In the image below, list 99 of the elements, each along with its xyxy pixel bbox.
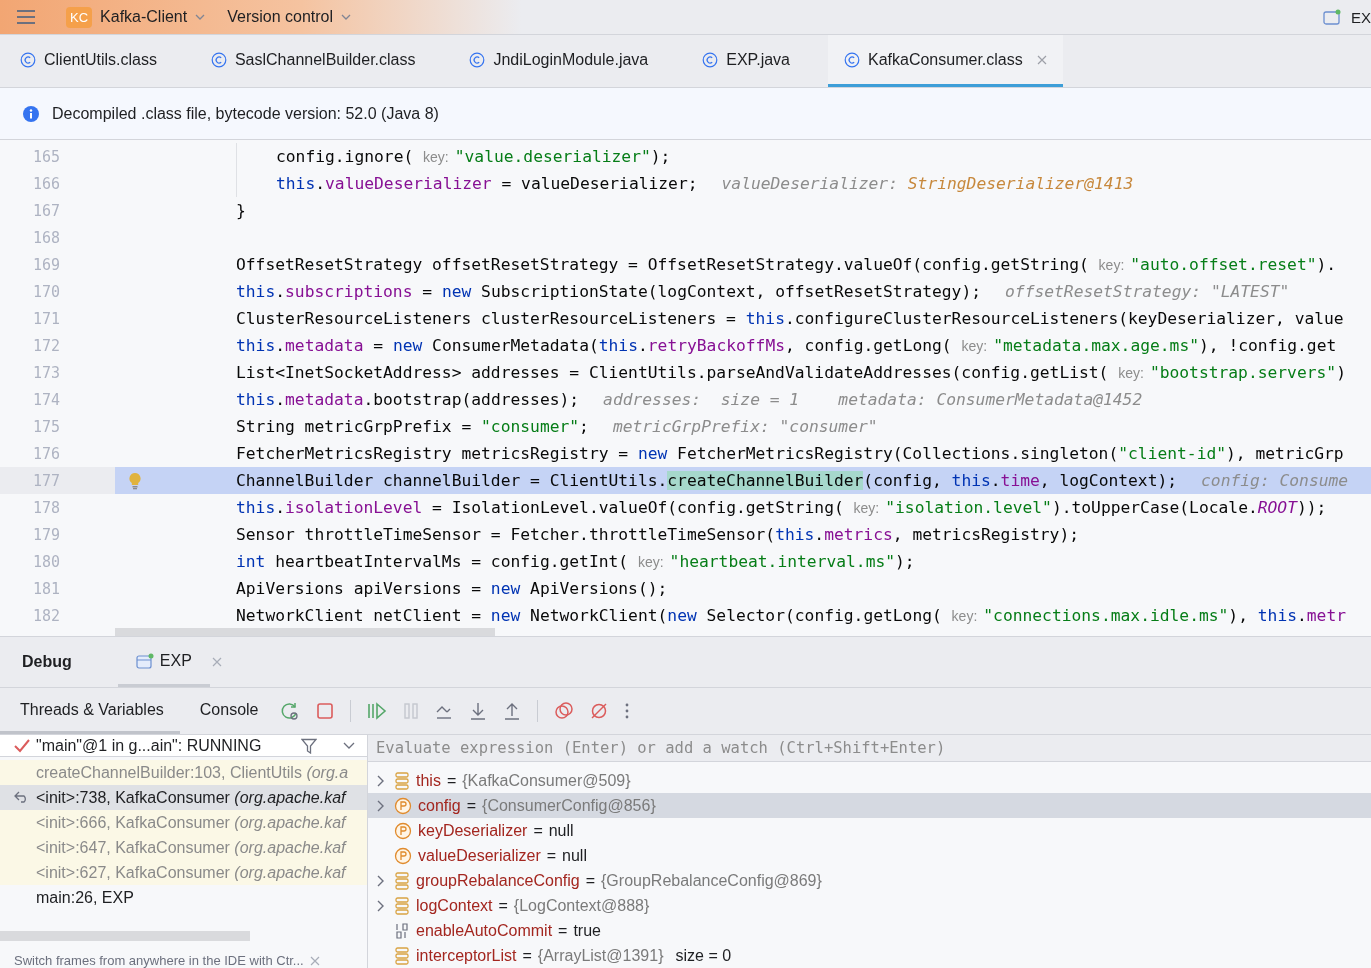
editor-tab[interactable]: SaslChannelBuilder.class	[194, 35, 432, 87]
code-line: NetworkClient netClient = new NetworkClient(new Selector(config.getLong( key: "connections.max.idle.ms"), this.metr	[236, 606, 1347, 625]
chevron-right-icon[interactable]	[377, 899, 385, 912]
code-line: String metricGrpPrefix = "consumer"; metricGrpPrefix: "consumer"	[236, 417, 878, 436]
variable-row[interactable]: logContext = {LogContext@888}	[368, 893, 1371, 918]
line-number: 169	[31, 255, 60, 274]
chevron-down-icon	[341, 14, 352, 20]
parameter-icon	[394, 821, 412, 840]
code-line: List<InetSocketAddress> addresses = ClientUtils.parseAndValidateAddresses(config.getList( key: "bootstrap.servers")	[236, 363, 1346, 382]
line-number: 181	[31, 579, 60, 598]
field-icon	[394, 771, 410, 790]
variable-row[interactable]: enableAutoCommit = true	[368, 918, 1371, 943]
menu-icon[interactable]	[16, 9, 36, 25]
code-line: this.subscriptions = new SubscriptionState(logContext, offsetResetStrategy); offsetResetStrategy: "LATEST"	[236, 282, 1290, 301]
editor-tab[interactable]: EXP.java	[686, 35, 806, 87]
field-icon	[394, 896, 410, 915]
mute-breakpoints-icon[interactable]	[590, 702, 609, 720]
line-number: 170	[31, 282, 60, 301]
breakpoints-icon[interactable]	[554, 702, 575, 720]
stack-frame[interactable]: main:26, EXP	[0, 885, 367, 910]
code-line: ApiVersions apiVersions = new ApiVersions();	[236, 579, 668, 598]
hint-text: Switch frames from anywhere in the IDE with Ctr...	[14, 953, 304, 968]
variable-row[interactable]: groupRebalanceConfig = {GroupRebalanceConfig@869}	[368, 868, 1371, 893]
line-number: 173	[31, 363, 60, 382]
scrollbar-thumb[interactable]	[115, 628, 495, 636]
chevron-right-icon[interactable]	[377, 774, 385, 787]
line-number: 178	[31, 498, 60, 517]
info-message: Decompiled .class file, bytecode version: 52.0 (Java 8)	[52, 104, 439, 123]
more-icon[interactable]	[624, 702, 631, 720]
class-icon	[702, 51, 719, 68]
class-icon	[210, 51, 227, 68]
lightbulb-icon[interactable]	[128, 471, 142, 490]
code-line: Sensor throttleTimeSensor = Fetcher.throttleTimeSensor(this.metrics, metricsRegistry);	[236, 525, 1080, 544]
code-line: OffsetResetStrategy offsetResetStrategy = OffsetResetStrategy.valueOf(config.getString( key: "auto.offset.reset").	[236, 255, 1337, 274]
close-icon[interactable]	[309, 955, 320, 966]
editor-tab[interactable]: ClientUtils.class	[4, 35, 173, 87]
resume-icon[interactable]	[367, 702, 388, 720]
variable-row[interactable]: keyDeserializer = null	[368, 818, 1371, 843]
code-line: this.isolationLevel = IsolationLevel.valueOf(config.getString( key: "isolation.level").toUpperCase(Locale.ROOT));	[236, 498, 1327, 517]
panel-tab[interactable]: Console	[179, 688, 275, 734]
line-number: 176	[31, 444, 60, 463]
line-number: 182	[31, 606, 60, 625]
code-line: }	[236, 201, 246, 220]
code-line: config.ignore( key: "value.deserializer");	[276, 147, 671, 166]
code-line: this.metadata.bootstrap(addresses); addresses: size = 1 metadata: ConsumerMetadata@1452	[236, 390, 1143, 409]
code-line: FetcherMetricsRegistry metricsRegistry = new FetcherMetricsRegistry(Collections.singleton("client-id"), metricGrp	[236, 444, 1344, 463]
line-number: 166	[31, 174, 60, 193]
editor-tab[interactable]: KafkaConsumer.class	[828, 35, 1063, 87]
line-number: 168	[31, 228, 60, 247]
line-number: 167	[31, 201, 60, 220]
chevron-down-icon[interactable]	[343, 741, 355, 750]
stack-frame[interactable]: <init>:738, KafkaConsumer (org.apache.kaf	[0, 785, 367, 810]
field-icon	[394, 871, 410, 890]
check-icon	[14, 738, 30, 753]
class-icon	[20, 51, 36, 68]
rerun-icon[interactable]	[280, 701, 301, 721]
variable-row[interactable]: this = {KafkaConsumer@509}	[368, 768, 1371, 793]
line-number: 165	[31, 147, 60, 166]
chevron-right-icon[interactable]	[377, 799, 385, 812]
scrollbar-thumb[interactable]	[0, 931, 250, 941]
code-line: int heartbeatIntervalMs = config.getInt( key: "heartbeat.interval.ms");	[236, 552, 915, 571]
project-badge: KC	[66, 6, 93, 28]
window-icon	[135, 652, 154, 669]
line-number: 172	[31, 336, 60, 355]
line-number: 180	[31, 552, 60, 571]
variable-row[interactable]: interceptorList = {ArrayList@1391} size = 0	[368, 943, 1371, 968]
parameter-icon	[394, 796, 412, 815]
line-number: 177	[31, 471, 60, 490]
window-icon[interactable]	[1323, 9, 1341, 25]
field-icon	[394, 946, 410, 965]
code-line: this.valueDeserializer = valueDeserializer; valueDeserializer: StringDeserializer@1413	[276, 174, 1134, 193]
variable-row[interactable]: config = {ConsumerConfig@856}	[368, 793, 1371, 818]
filter-icon[interactable]	[301, 737, 317, 754]
close-icon[interactable]	[211, 657, 222, 667]
line-number: 174	[31, 390, 60, 409]
code-line: this.metadata = new ConsumerMetadata(this.retryBackoffMs, config.getLong( key: "metadata.max.age.ms"), !config.get	[236, 336, 1337, 355]
parameter-icon	[394, 846, 412, 865]
chevron-right-icon[interactable]	[377, 874, 385, 887]
step-into-icon[interactable]	[469, 702, 488, 720]
class-icon	[844, 51, 860, 68]
evaluate-field[interactable]: Evaluate expression (Enter) or add a watch (Ctrl+Shift+Enter)	[368, 735, 1371, 762]
project-dropdown[interactable]: Kafka-Client	[100, 8, 220, 26]
binary-icon	[394, 921, 410, 940]
stop-icon[interactable]	[316, 702, 335, 720]
close-icon[interactable]	[1036, 54, 1047, 65]
vcs-dropdown[interactable]: Version control	[227, 8, 366, 26]
line-number: 175	[31, 417, 60, 436]
line-number: 179	[31, 525, 60, 544]
code-line: ChannelBuilder channelBuilder = ClientUtils.createChannelBuilder(config, this.time, logContext); config: Consume	[236, 471, 1349, 490]
step-out-icon[interactable]	[503, 702, 522, 720]
panel-title: Debug	[22, 653, 72, 671]
run-config-label[interactable]: EX	[1351, 8, 1371, 26]
variable-row[interactable]: valueDeserializer = null	[368, 843, 1371, 868]
class-icon	[469, 51, 486, 68]
code-line: ClusterResourceListeners clusterResourceListeners = this.configureClusterResourceListeners(keyDeserializer, value	[236, 309, 1344, 328]
chevron-down-icon	[195, 14, 206, 20]
info-icon	[22, 104, 40, 123]
editor-tab[interactable]: JndiLoginModule.java	[453, 35, 665, 87]
line-number: 171	[31, 309, 60, 328]
